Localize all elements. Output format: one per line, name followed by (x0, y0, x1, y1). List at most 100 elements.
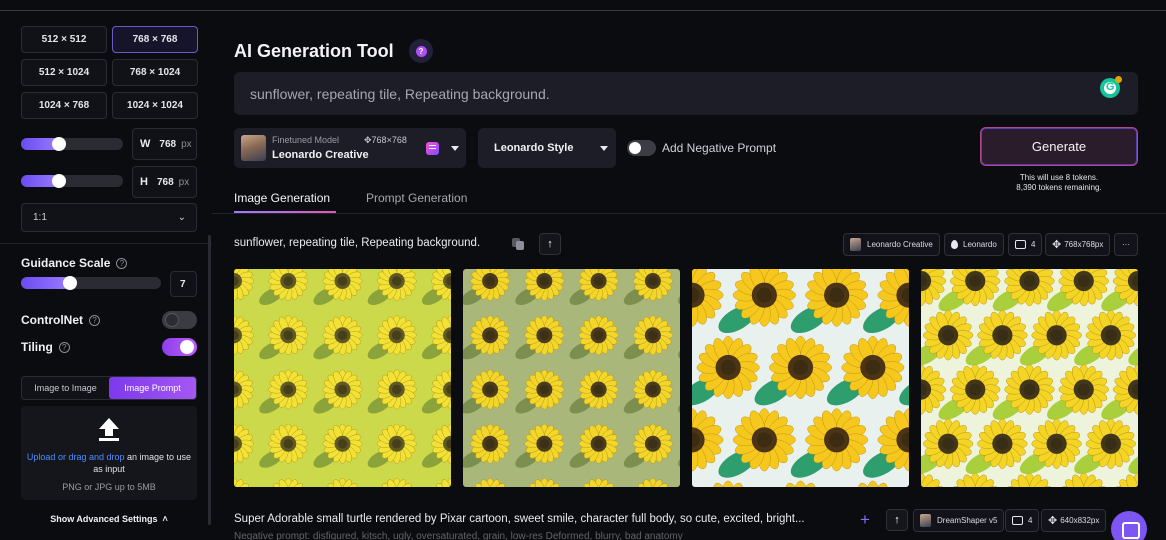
chip-size: 768x768px (1064, 240, 1104, 249)
tiling-toggle[interactable] (162, 338, 197, 356)
tokens-remaining-line: 8,390 tokens remaining. (1016, 183, 1102, 192)
style-value: Leonardo Style (494, 142, 574, 154)
generation-style-chip[interactable]: Leonardo (944, 233, 1004, 256)
arrow-up-icon: ↑ (547, 238, 553, 250)
generation-2-model-chip[interactable]: DreamShaper v5 (913, 509, 1005, 532)
copy-icon[interactable] (512, 238, 525, 251)
tabs-divider (212, 213, 1166, 214)
toggle-knob (629, 142, 641, 154)
generated-image-2[interactable] (463, 269, 680, 487)
chat-bubble-icon[interactable] (1111, 511, 1147, 540)
generation-model-chip[interactable]: Leonardo Creative (843, 233, 940, 256)
more-options-button[interactable]: ··· (1114, 233, 1138, 256)
generated-image-4[interactable] (921, 269, 1138, 487)
generated-image-1[interactable] (234, 269, 451, 487)
controlnet-toggle[interactable] (162, 311, 197, 329)
height-field[interactable]: H 768 px (132, 166, 197, 198)
token-usage-line: This will use 8 tokens. (1019, 173, 1099, 182)
guidance-scale-text: Guidance Scale (21, 256, 111, 270)
dimension-1024x1024-button[interactable]: 1024 × 1024 (112, 92, 198, 119)
reuse-prompt-button[interactable]: ↑ (886, 509, 908, 531)
generate-button[interactable]: Generate (980, 127, 1138, 166)
controlnet-label: ControlNet ? (21, 313, 100, 327)
width-slider[interactable] (21, 137, 123, 151)
generation-size-chip[interactable]: ✥ 768x768px (1045, 233, 1111, 256)
title-help-button[interactable]: ? (409, 39, 433, 63)
tiling-label: Tiling ? (21, 340, 70, 354)
plus-icon[interactable]: + (860, 510, 870, 530)
images-stack-icon (1012, 516, 1023, 525)
controlnet-text: ControlNet (21, 313, 83, 327)
input-mode-tabs: Image to Image Image Prompt (21, 376, 197, 400)
guidance-scale-value: 7 (180, 278, 186, 290)
reuse-prompt-button[interactable]: ↑ (539, 233, 561, 255)
width-value: 768 (159, 138, 177, 150)
chevron-down-icon: ⌄ (177, 212, 186, 223)
chip-count: 4 (1031, 240, 1036, 249)
dimension-512x512-button[interactable]: 512 × 512 (21, 26, 107, 53)
generation-2-prompt: Super Adorable small turtle rendered by … (234, 513, 805, 525)
height-slider-knob[interactable] (52, 174, 66, 188)
width-slider-knob[interactable] (52, 137, 66, 151)
dimension-512x1024-button[interactable]: 512 × 1024 (21, 59, 107, 86)
model-thumbnail (241, 135, 266, 161)
tab-prompt-generation[interactable]: Prompt Generation (366, 191, 467, 205)
chip-model-name: Leonardo Creative (867, 240, 933, 249)
generation-count-chip[interactable]: 4 (1008, 233, 1043, 256)
tab-image-prompt[interactable]: Image Prompt (109, 377, 196, 399)
aspect-ratio-select[interactable]: 1:1 ⌄ (21, 203, 197, 232)
guidance-scale-field[interactable]: 7 (170, 271, 197, 297)
tab-image-generation[interactable]: Image Generation (234, 191, 330, 205)
image-upload-dropzone[interactable]: Upload or drag and drop an image to use … (21, 406, 197, 500)
sunflower-pattern (692, 269, 909, 487)
upload-link[interactable]: Upload or drag and drop (27, 452, 125, 462)
model-select[interactable]: Finetuned Model ✥768×768 Leonardo Creati… (234, 128, 466, 168)
help-icon: ? (415, 45, 427, 57)
width-field[interactable]: W 768 px (132, 128, 197, 160)
images-stack-icon (1015, 240, 1026, 249)
negative-prompt-label: Add Negative Prompt (662, 141, 777, 155)
model-badge-icon (426, 142, 439, 155)
generated-image-3[interactable] (692, 269, 909, 487)
caret-down-icon (600, 146, 608, 151)
upload-file-hint: PNG or JPG up to 5MB (62, 482, 156, 492)
show-advanced-settings-button[interactable]: Show Advanced Settings ˄ (21, 514, 197, 524)
more-icon: ··· (1122, 240, 1130, 249)
sunflower-pattern (921, 269, 1138, 487)
help-icon[interactable]: ? (58, 341, 70, 353)
guidance-scale-slider[interactable] (21, 276, 161, 290)
settings-sidebar: 512 × 512 768 × 768 512 × 1024 768 × 102… (0, 11, 212, 540)
tab-image-to-image[interactable]: Image to Image (22, 377, 109, 399)
height-slider[interactable] (21, 174, 123, 188)
move-icon: ✥ (364, 135, 372, 145)
width-unit: px (181, 138, 192, 150)
sidebar-scrollbar[interactable] (208, 235, 211, 525)
generation-2-count-chip[interactable]: 4 (1005, 509, 1040, 532)
move-icon: ✥ (1052, 239, 1062, 251)
generation-prompt: sunflower, repeating tile, Repeating bac… (234, 237, 481, 249)
model-thumbnail (920, 514, 931, 527)
upload-instructions: Upload or drag and drop an image to use … (25, 451, 193, 475)
sunflower-pattern (463, 269, 680, 487)
help-icon[interactable]: ? (89, 314, 100, 326)
page-title: AI Generation Tool (234, 41, 394, 61)
help-icon[interactable]: ? (116, 257, 128, 269)
chip-model-name: DreamShaper v5 (937, 516, 998, 525)
aspect-ratio-value: 1:1 (33, 212, 47, 223)
style-select[interactable]: Leonardo Style (478, 128, 616, 168)
guidance-scale-label: Guidance Scale ? (21, 256, 128, 270)
generation-2-size-chip[interactable]: ✥ 640x832px (1041, 509, 1107, 532)
dimension-1024x768-button[interactable]: 1024 × 768 (21, 92, 107, 119)
width-axis-label: W (140, 138, 151, 150)
caret-down-icon (451, 146, 459, 151)
model-thumbnail (850, 238, 861, 251)
grammarly-icon[interactable]: G (1100, 76, 1122, 98)
dimension-768x768-button[interactable]: 768 × 768 (112, 26, 198, 53)
negative-prompt-toggle[interactable] (627, 140, 656, 156)
prompt-input[interactable] (234, 72, 1138, 115)
height-axis-label: H (140, 176, 148, 188)
toggle-knob (165, 313, 179, 327)
guidance-scale-knob[interactable] (63, 276, 77, 290)
generation-2-negative-prompt: Negative prompt: disfigured, kitsch, ugl… (234, 531, 683, 540)
dimension-768x1024-button[interactable]: 768 × 1024 (112, 59, 198, 86)
